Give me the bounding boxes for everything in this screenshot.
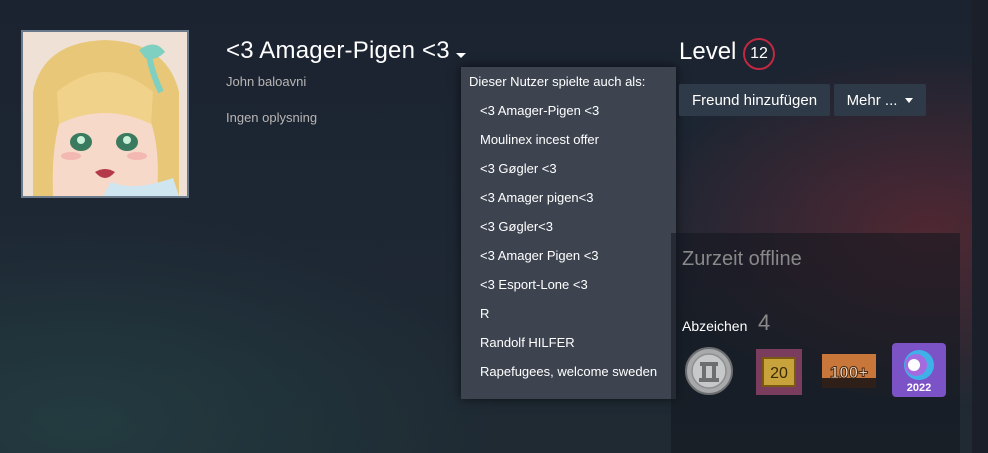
persona-name-dropdown[interactable]: <3 Amager-Pigen <3 <box>226 37 466 65</box>
alias-history-dropdown: Dieser Nutzer spielte auch als: <3 Amage… <box>461 67 676 399</box>
alias-item[interactable]: <3 Gøgler <3 <box>480 161 557 176</box>
level-value: 12 <box>750 45 768 62</box>
avatar-image <box>23 32 187 196</box>
alias-item[interactable]: <3 Gøgler<3 <box>480 219 553 234</box>
alias-history-title: Dieser Nutzer spielte auch als: <box>469 74 646 89</box>
profile-summary: Ingen oplysning <box>226 110 318 125</box>
alias-item[interactable]: <3 Amager pigen<3 <box>480 190 593 205</box>
steam-badge-year: 2022 <box>907 382 931 394</box>
alias-item[interactable]: Rapefugees, welcome sweden <box>480 364 657 379</box>
alias-item[interactable]: R <box>480 306 489 321</box>
more-label: Mehr ... <box>846 91 898 109</box>
steam-2022-badge-icon[interactable]: 2022 <box>892 343 946 402</box>
alias-item[interactable]: <3 Esport-Lone <3 <box>480 277 588 292</box>
badges-link[interactable]: Abzeichen <box>682 318 747 334</box>
games-100-badge-icon[interactable]: 100+ <box>822 352 876 397</box>
alias-item[interactable]: Randolf HILFER <box>480 335 575 350</box>
more-button[interactable]: Mehr ... <box>834 84 926 116</box>
persona-name: <3 Amager-Pigen <3 <box>226 37 450 64</box>
real-name: John baloavni <box>226 74 307 89</box>
games-badge-text: 100+ <box>830 363 868 382</box>
chevron-down-icon <box>455 52 466 58</box>
level-label: Level <box>679 38 737 65</box>
add-friend-button[interactable]: Freund hinzufügen <box>679 84 830 116</box>
chevron-down-icon <box>905 97 914 103</box>
pillar-badge-icon[interactable] <box>684 346 734 401</box>
years-badge-text: 20 <box>770 365 788 382</box>
add-friend-label: Freund hinzufügen <box>691 91 818 109</box>
badges-count: 4 <box>758 310 771 335</box>
alias-item[interactable]: Moulinex incest offer <box>480 132 599 147</box>
online-status: Zurzeit offline <box>682 248 802 270</box>
avatar[interactable] <box>21 30 189 198</box>
level-badge[interactable]: 12 <box>743 38 775 70</box>
years-badge-icon[interactable]: 20 <box>755 348 803 401</box>
alias-item[interactable]: <3 Amager Pigen <3 <box>480 248 599 263</box>
scrollbar-gutter <box>972 0 988 453</box>
alias-item[interactable]: <3 Amager-Pigen <3 <box>480 103 599 118</box>
